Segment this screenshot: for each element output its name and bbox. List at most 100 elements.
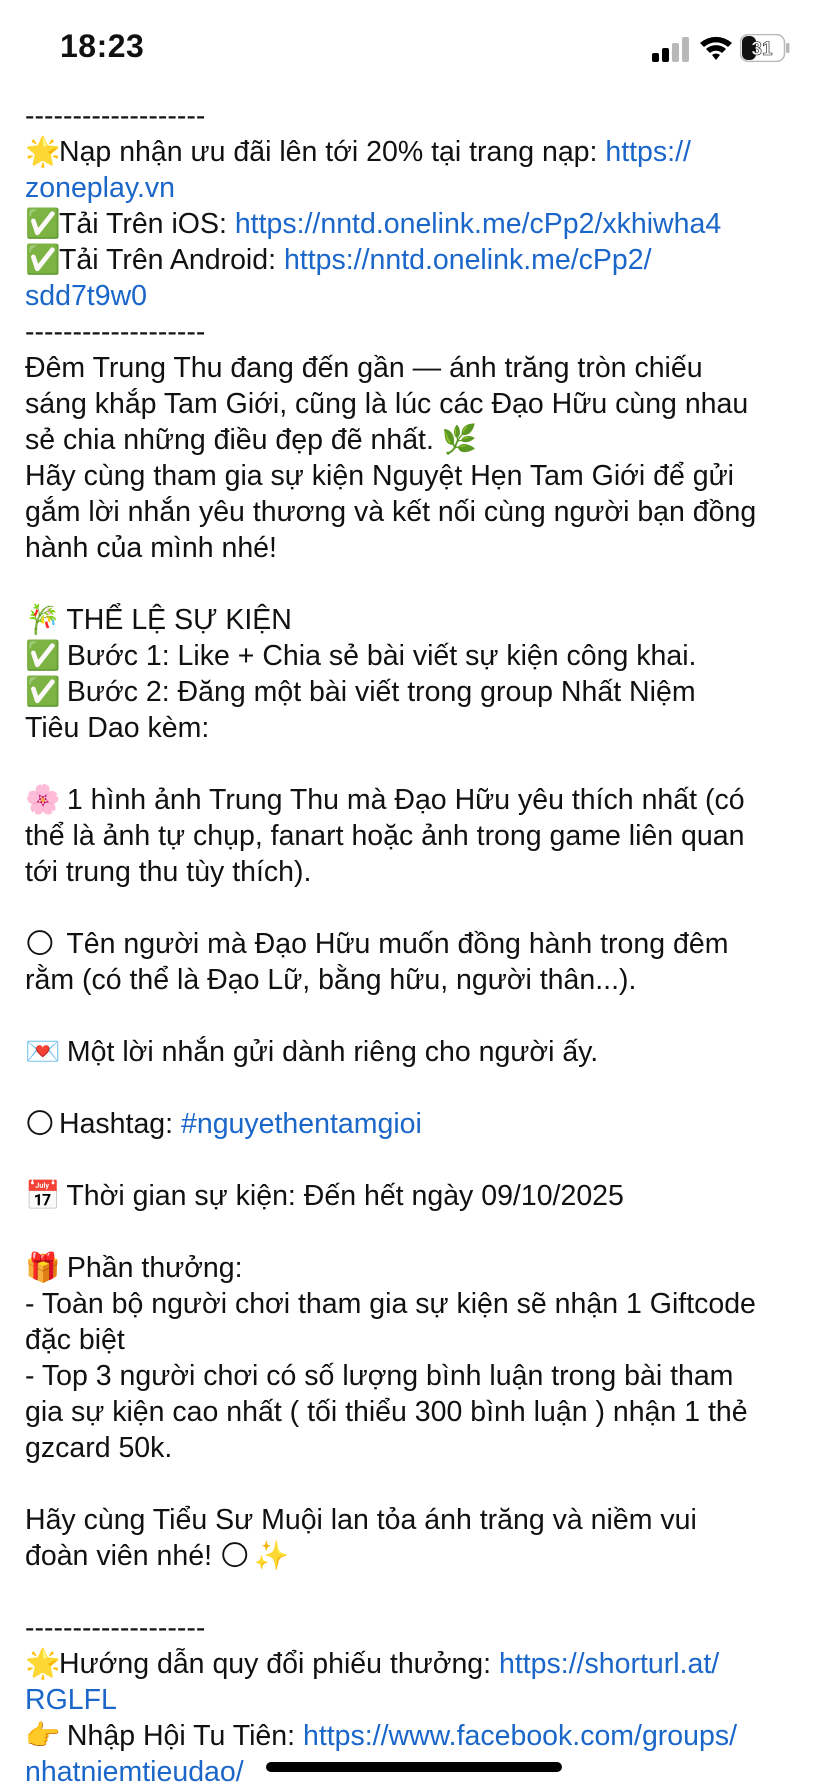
text-segment: gia sự kiện cao nhất ( tối thiểu 300 bìn…: [25, 1396, 748, 1428]
text-line: Hãy cùng tham gia sự kiện Nguyệt Hẹn Tam…: [25, 458, 815, 494]
emoji-icon: 🎋: [25, 604, 61, 636]
text-segment: Thời gian sự kiện: Đến hết ngày 09/10/20…: [59, 1180, 624, 1212]
text-line: ✅ Bước 1: Like + Chia sẻ bài viết sự kiệ…: [25, 638, 815, 674]
link[interactable]: sdd7t9w0: [25, 280, 147, 312]
text-segment: THỂ LỆ SỰ KIỆN: [59, 604, 292, 636]
text-segment: hành của mình nhé!: [25, 532, 277, 564]
emoji-icon: ✨: [253, 1540, 290, 1572]
link[interactable]: #nguyethentamgioi: [181, 1108, 422, 1140]
text-segment: -------------------: [25, 100, 206, 132]
text-line: 🎋 THỂ LỆ SỰ KIỆN: [25, 602, 815, 638]
emoji-icon: 🌕: [25, 928, 55, 960]
text-line: sdd7t9w0: [25, 278, 815, 314]
text-segment: -------------------: [25, 316, 206, 348]
text-line: - Toàn bộ người chơi tham gia sự kiện sẽ…: [25, 1286, 815, 1322]
text-line: nhatniemtieudao/: [25, 1754, 815, 1790]
text-line: 🎁 Phần thưởng:: [25, 1250, 815, 1286]
text-segment: Nhập Hội Tu Tiên:: [59, 1720, 303, 1752]
text-segment: gắm lời nhắn yêu thương và kết nối cùng …: [25, 496, 757, 528]
text-line: Tiêu Dao kèm:: [25, 710, 815, 746]
text-line: ✅Tải Trên Android: https://nntd.onelink.…: [25, 242, 815, 278]
text-segment: Tải Trên Android:: [59, 244, 284, 276]
emoji-icon: 🌟: [25, 1648, 61, 1680]
text-segment: -------------------: [25, 1612, 206, 1644]
text-segment: Phần thưởng:: [59, 1252, 243, 1284]
emoji-icon: ✅: [25, 640, 61, 672]
battery-icon: 31: [740, 34, 790, 62]
link[interactable]: https://: [605, 136, 691, 168]
text-segment: rằm (có thể là Đạo Lữ, bằng hữu, người t…: [25, 964, 637, 996]
status-time: 18:23: [60, 28, 145, 64]
text-segment: Tải Trên iOS:: [59, 208, 235, 240]
link[interactable]: RGLFL: [25, 1684, 117, 1716]
text-line: rằm (có thể là Đạo Lữ, bằng hữu, người t…: [25, 962, 815, 998]
text-segment: 1 hình ảnh Trung Thu mà Đạo Hữu yêu thíc…: [59, 784, 745, 816]
text-line: gzcard 50k.: [25, 1430, 815, 1466]
text-segment: Hãy cùng Tiểu Sư Muội lan tỏa ánh trăng …: [25, 1504, 697, 1536]
emoji-icon: ✅: [25, 208, 61, 240]
cellular-signal-icon: [652, 36, 692, 62]
text-line: đoàn viên nhé! 🌕 ✨: [25, 1538, 815, 1574]
status-bar: 18:23 31: [0, 0, 828, 100]
link[interactable]: https://nntd.onelink.me/cPp2/xkhiwha4: [235, 208, 721, 240]
text-line: Hãy cùng Tiểu Sư Muội lan tỏa ánh trăng …: [25, 1502, 815, 1538]
text-line: -------------------: [25, 98, 815, 134]
link[interactable]: https://nntd.onelink.me/cPp2/: [284, 244, 652, 276]
emoji-icon: 🌸: [25, 784, 61, 816]
emoji-icon: 👉: [25, 1720, 61, 1752]
text-segment: Tiêu Dao kèm:: [25, 712, 210, 744]
link[interactable]: https://shorturl.at/: [499, 1648, 719, 1680]
emoji-icon: 🌿: [441, 424, 478, 456]
battery-level: 31: [751, 39, 773, 60]
post-body: ------------------- 🌟Nạp nhận ưu đãi lên …: [25, 98, 815, 1790]
text-segment: - Top 3 người chơi có số lượng bình luận…: [25, 1360, 734, 1392]
text-line: gắm lời nhắn yêu thương và kết nối cùng …: [25, 494, 815, 530]
text-segment: Bước 1: Like + Chia sẻ bài viết sự kiện …: [59, 640, 697, 672]
text-line: - Top 3 người chơi có số lượng bình luận…: [25, 1358, 815, 1394]
text-line: đặc biệt: [25, 1322, 815, 1358]
text-line: -------------------: [25, 314, 815, 350]
text-segment: gzcard 50k.: [25, 1432, 173, 1464]
text-line: hành của mình nhé!: [25, 530, 815, 566]
emoji-icon: 🌕: [219, 1540, 250, 1572]
text-segment: Hướng dẫn quy đổi phiếu thưởng:: [59, 1648, 499, 1680]
emoji-icon: ✅: [25, 676, 61, 708]
text-segment: sáng khắp Tam Giới, cũng là lúc các Đạo …: [25, 388, 749, 420]
text-segment: đoàn viên nhé!: [25, 1540, 220, 1572]
emoji-icon: 📅: [25, 1180, 61, 1212]
text-line: gia sự kiện cao nhất ( tối thiểu 300 bìn…: [25, 1394, 815, 1430]
text-segment: Đêm Trung Thu đang đến gần — ánh trăng t…: [25, 352, 703, 384]
text-line: 🌕 Hashtag: #nguyethentamgioi: [25, 1106, 815, 1142]
text-segment: Nạp nhận ưu đãi lên tới 20% tại trang nạ…: [59, 136, 606, 168]
text-line: 👉 Nhập Hội Tu Tiên: https://www.facebook…: [25, 1718, 815, 1754]
link[interactable]: https://www.facebook.com/groups/: [303, 1720, 737, 1752]
text-line: thể là ảnh tự chụp, fanart hoặc ảnh tron…: [25, 818, 815, 854]
text-line: 🌕 Tên người mà Đạo Hữu muốn đồng hành tr…: [25, 926, 815, 962]
text-segment: tới trung thu tùy thích).: [25, 856, 312, 888]
text-line: ✅Tải Trên iOS: https://nntd.onelink.me/c…: [25, 206, 815, 242]
text-segment: Hãy cùng tham gia sự kiện Nguyệt Hẹn Tam…: [25, 460, 734, 492]
link[interactable]: nhatniemtieudao/: [25, 1756, 244, 1788]
emoji-icon: 🌕: [25, 1108, 55, 1140]
text-line: ✅ Bước 2: Đăng một bài viết trong group …: [25, 674, 815, 710]
emoji-icon: 🎁: [25, 1252, 61, 1284]
text-line: tới trung thu tùy thích).: [25, 854, 815, 890]
text-line: 🌸 1 hình ảnh Trung Thu mà Đạo Hữu yêu th…: [25, 782, 815, 818]
text-line: -------------------: [25, 1610, 815, 1646]
emoji-icon: 🌟: [25, 136, 61, 168]
text-segment: Hashtag:: [59, 1108, 181, 1140]
text-segment: sẻ chia những điều đẹp đẽ nhất.: [25, 424, 442, 456]
text-segment: - Toàn bộ người chơi tham gia sự kiện sẽ…: [25, 1288, 756, 1320]
link[interactable]: zoneplay.vn: [25, 172, 175, 204]
text-segment: Tên người mà Đạo Hữu muốn đồng hành tron…: [59, 928, 729, 960]
text-line: sẻ chia những điều đẹp đẽ nhất. 🌿: [25, 422, 815, 458]
text-segment: Một lời nhắn gửi dành riêng cho người ấy…: [59, 1036, 599, 1068]
home-indicator[interactable]: [266, 1762, 562, 1772]
text-line: 🌟Nạp nhận ưu đãi lên tới 20% tại trang n…: [25, 134, 815, 170]
text-line: RGLFL: [25, 1682, 815, 1718]
